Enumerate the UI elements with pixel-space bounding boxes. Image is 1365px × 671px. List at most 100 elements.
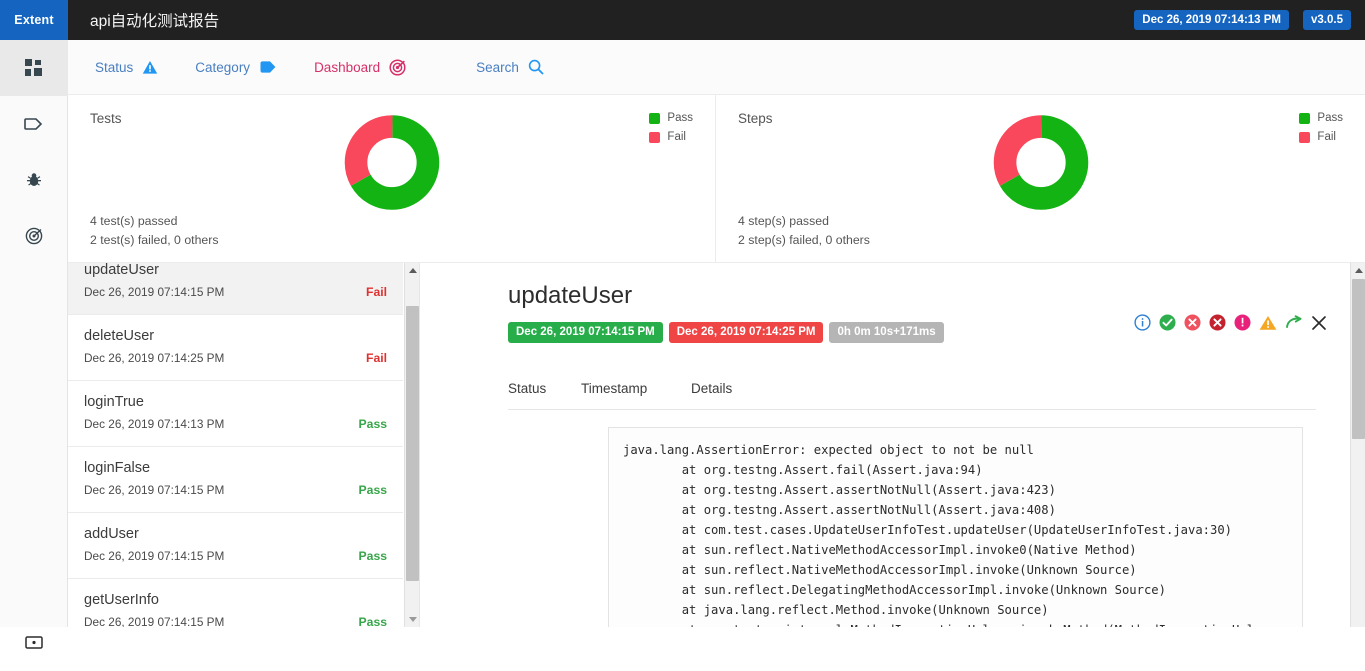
- chevron-down-icon: [408, 617, 417, 622]
- test-name: addUser: [84, 526, 139, 542]
- nav-item-label: Search: [476, 59, 519, 75]
- test-name: getUserInfo: [84, 592, 159, 608]
- chevron-up-icon: [408, 268, 417, 273]
- steps-chart-legend: Pass Fail: [1299, 112, 1343, 143]
- nav-item-label: Category: [195, 59, 251, 75]
- legend-label: Pass: [1317, 112, 1343, 124]
- legend-swatch-fail: [1299, 131, 1311, 143]
- test-list-item[interactable]: loginTrue Dec 26, 2019 07:14:13 PM Pass: [68, 381, 403, 447]
- search-icon: [528, 59, 544, 75]
- tag-icon: [259, 60, 277, 74]
- chart-title: Steps: [738, 111, 773, 126]
- top-bar: Extent api自动化测试报告 Dec 26, 2019 07:14:13 …: [0, 0, 1365, 40]
- legend-label: Pass: [667, 112, 693, 124]
- end-time-badge: Dec 26, 2019 07:14:25 PM: [668, 322, 824, 343]
- legend-entry: Pass: [649, 112, 693, 124]
- scroll-up-arrow[interactable]: [405, 263, 419, 278]
- bug-icon: [26, 172, 42, 188]
- tag-icon: [24, 117, 44, 131]
- test-time: Dec 26, 2019 07:14:15 PM: [84, 483, 225, 497]
- duration-badge: 0h 0m 10s+171ms: [829, 322, 944, 343]
- chevron-up-icon: [1354, 268, 1363, 273]
- test-list-item[interactable]: addUser Dec 26, 2019 07:14:15 PM Pass: [68, 513, 403, 579]
- nav-item-label: Dashboard: [314, 59, 381, 75]
- fatal-circle-icon[interactable]: [1209, 314, 1226, 331]
- tests-donut-chart: [344, 115, 439, 215]
- test-list-item[interactable]: updateUser Dec 26, 2019 07:14:15 PM Fail: [68, 263, 403, 315]
- column-header-status: Status: [508, 380, 547, 396]
- nav-item-status[interactable]: Status: [95, 60, 158, 75]
- sidebar-item-exceptions[interactable]: [0, 152, 68, 208]
- steps-passed-line: 4 step(s) passed: [738, 214, 829, 228]
- steps-summary: 4 step(s) passed 2 step(s) failed, 0 oth…: [738, 212, 870, 250]
- scroll-down-arrow[interactable]: [405, 612, 419, 627]
- device-icon: [25, 636, 43, 650]
- scrollbar-thumb[interactable]: [1352, 279, 1365, 439]
- test-status: Pass: [358, 549, 387, 563]
- legend-entry: Pass: [1299, 112, 1343, 124]
- error-circle-icon[interactable]: [1184, 314, 1201, 331]
- brand-logo[interactable]: Extent: [0, 0, 68, 40]
- test-list-scrollbar[interactable]: [404, 263, 419, 627]
- nav-item-label: Status: [95, 59, 134, 75]
- test-detail-panel: updateUser Dec 26, 2019 07:14:15 PM Dec …: [421, 263, 1365, 627]
- test-status: Fail: [366, 351, 387, 365]
- column-header-timestamp: Timestamp: [581, 380, 648, 396]
- charts-row: Tests Pass Fail 4 test(s) passed 2 test(…: [68, 95, 1365, 263]
- sidebar-item-categories[interactable]: [0, 96, 68, 152]
- skip-arrow-icon[interactable]: [1285, 315, 1303, 330]
- steps-donut-chart: [993, 115, 1088, 215]
- sidebar-item-dashboard-grid[interactable]: [0, 40, 68, 96]
- column-header-details: Details: [691, 380, 733, 396]
- tests-chart-legend: Pass Fail: [649, 112, 693, 143]
- legend-label: Fail: [1317, 131, 1336, 143]
- exclamation-circle-icon[interactable]: [1234, 314, 1251, 331]
- report-timestamp-badge: Dec 26, 2019 07:14:13 PM: [1134, 9, 1290, 31]
- legend-swatch-pass: [649, 112, 661, 124]
- test-time: Dec 26, 2019 07:14:15 PM: [84, 549, 225, 563]
- legend-swatch-pass: [1299, 112, 1311, 124]
- chart-card-steps: Steps Pass Fail 4 step(s) passed 2 step(…: [716, 95, 1365, 263]
- chart-card-tests: Tests Pass Fail 4 test(s) passed 2 test(…: [68, 95, 716, 263]
- test-name: loginFalse: [84, 460, 151, 476]
- test-status: Pass: [358, 417, 387, 431]
- test-status: Fail: [366, 285, 387, 299]
- sidebar-item-device[interactable]: [0, 615, 68, 671]
- test-time: Dec 26, 2019 07:14:13 PM: [84, 417, 225, 431]
- test-name: deleteUser: [84, 328, 155, 344]
- nav-item-search[interactable]: Search: [476, 59, 544, 75]
- detail-scrollbar[interactable]: [1350, 263, 1365, 627]
- close-icon[interactable]: [1311, 315, 1327, 331]
- steps-failed-line: 2 step(s) failed, 0 others: [738, 233, 870, 247]
- page-title: api自动化测试报告: [90, 13, 220, 30]
- tests-passed-line: 4 test(s) passed: [90, 214, 178, 228]
- scroll-up-arrow[interactable]: [1351, 263, 1365, 278]
- chart-title: Tests: [90, 111, 122, 126]
- warning-triangle-icon[interactable]: [1259, 315, 1277, 331]
- test-list-panel: updateUser Dec 26, 2019 07:14:15 PM Fail…: [68, 263, 420, 627]
- warning-triangle-icon: [142, 60, 158, 75]
- test-time: Dec 26, 2019 07:14:15 PM: [84, 285, 225, 299]
- nav-item-dashboard[interactable]: Dashboard: [314, 58, 406, 76]
- test-list: updateUser Dec 26, 2019 07:14:15 PM Fail…: [68, 263, 403, 627]
- lower-split: updateUser Dec 26, 2019 07:14:15 PM Fail…: [68, 263, 1365, 627]
- legend-entry: Fail: [1299, 131, 1343, 143]
- test-list-item[interactable]: getUserInfo Dec 26, 2019 07:14:15 PM Pas…: [68, 579, 403, 627]
- target-icon: [389, 58, 406, 76]
- detail-title: updateUser: [508, 282, 633, 309]
- info-icon[interactable]: [1134, 314, 1151, 331]
- scrollbar-thumb[interactable]: [406, 306, 419, 581]
- tests-summary: 4 test(s) passed 2 test(s) failed, 0 oth…: [90, 212, 219, 250]
- tests-failed-line: 2 test(s) failed, 0 others: [90, 233, 219, 247]
- check-circle-icon[interactable]: [1159, 314, 1176, 331]
- legend-swatch-fail: [649, 131, 661, 143]
- test-name: loginTrue: [84, 394, 144, 410]
- stacktrace-log: java.lang.AssertionError: expected objec…: [608, 426, 1303, 627]
- test-time: Dec 26, 2019 07:14:15 PM: [84, 615, 225, 627]
- test-list-item[interactable]: deleteUser Dec 26, 2019 07:14:25 PM Fail: [68, 315, 403, 381]
- sidebar-item-dashboard-target[interactable]: [0, 208, 68, 264]
- version-badge: v3.0.5: [1303, 9, 1351, 31]
- test-list-item[interactable]: loginFalse Dec 26, 2019 07:14:15 PM Pass: [68, 447, 403, 513]
- sidebar: [0, 40, 68, 649]
- nav-item-category[interactable]: Category: [195, 60, 277, 75]
